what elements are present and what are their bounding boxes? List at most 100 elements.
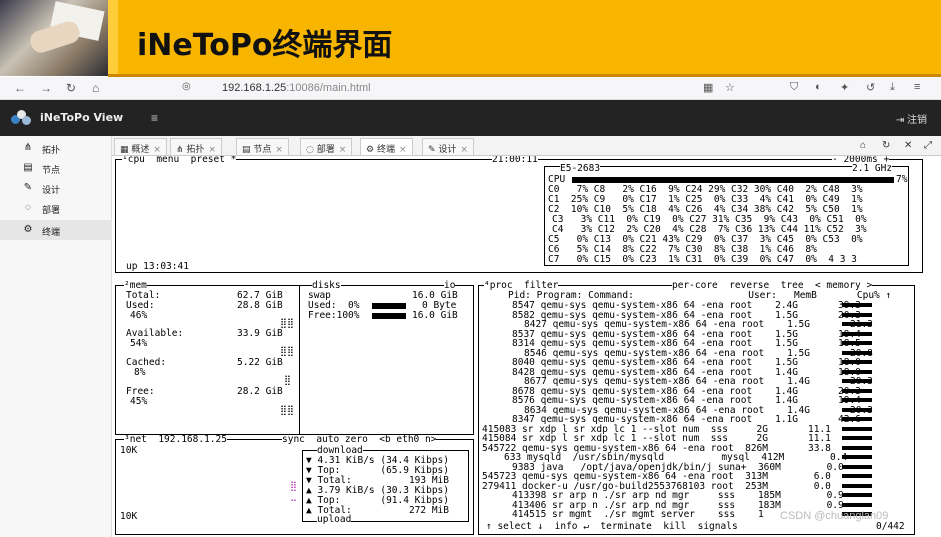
mem-available-percent: 54% xyxy=(130,338,148,349)
cpu-usage-bar xyxy=(842,322,872,326)
cpu-usage-bar xyxy=(842,493,872,497)
tab-node[interactable]: ▤ 节点 × xyxy=(236,138,289,155)
shield-icon: ◎ xyxy=(182,81,191,92)
tab-topology[interactable]: ⋔ 拓扑 × xyxy=(170,138,222,155)
tab-bar: ▦ 概述 × ⋔ 拓扑 × ▤ 节点 × ◌ 部署 × ⚙ 终端 × ✎ 设计 × ⌂ ↻ … xyxy=(112,136,941,156)
sidebar-item-node[interactable]: ▤ 节点 xyxy=(0,158,112,178)
download-icon[interactable]: ⤓ xyxy=(890,81,895,94)
profile-icon[interactable]: ◐ xyxy=(815,81,822,93)
close-icon[interactable]: × xyxy=(339,145,347,155)
cpu-usage-bar xyxy=(842,360,872,364)
cpu-usage-bar xyxy=(842,464,872,469)
tab-overview[interactable]: ▦ 概述 × xyxy=(114,138,167,155)
cpu-usage-bar xyxy=(842,398,872,402)
hamburger-icon[interactable]: ≡ xyxy=(151,111,158,125)
swap-used-bar xyxy=(372,303,406,309)
sidebar-item-design[interactable]: ✎ 设计 xyxy=(0,178,112,198)
terminal-icon: ⚙ xyxy=(366,145,375,155)
deploy-icon: ◌ xyxy=(25,202,31,213)
extension-icon[interactable]: ✦ xyxy=(840,81,849,94)
net-scale-top: 10K xyxy=(120,445,138,456)
proc-count: 0/442 xyxy=(876,521,905,532)
logout-button[interactable]: ⇥ 注销 xyxy=(896,111,927,126)
mem-free-value: 28.2 GiB xyxy=(237,386,283,397)
mem-used-value: 28.8 GiB xyxy=(237,300,283,311)
mem-cached-percent: 8% xyxy=(134,367,146,378)
cpu-row: C7 0% C15 0% C23 1% C31 0% C39 0% C47 0%… xyxy=(548,254,857,265)
sidebar: ⋔ 拓扑 ▤ 节点 ✎ 设计 ◌ 部署 ⚙ 终端 xyxy=(0,136,112,537)
cpu-usage-bar xyxy=(842,455,872,459)
mem-cached-label: Cached: xyxy=(126,357,167,368)
tab-deploy[interactable]: ◌ 部署 × xyxy=(300,138,353,155)
sidebar-item-topology[interactable]: ⋔ 拓扑 xyxy=(0,138,112,158)
cpu-panel-header[interactable]: ¹cpu menu preset * xyxy=(122,156,237,165)
cpu-usage-bar xyxy=(842,483,872,488)
cpu-usage-bar xyxy=(842,369,872,374)
menu-icon[interactable]: ≡ xyxy=(914,81,920,93)
node-icon: ▤ xyxy=(23,162,33,173)
close-icon[interactable]: × xyxy=(399,145,407,155)
watermark: CSDN @chuanglan09 xyxy=(780,510,889,522)
home-icon[interactable]: ⌂ xyxy=(860,140,866,151)
terminal-screen[interactable]: ¹cpu menu preset * 21:00:11 - 2000ms + E… xyxy=(112,156,941,537)
close-icon[interactable]: × xyxy=(153,145,161,155)
cpu-usage-bar xyxy=(842,417,872,421)
deploy-icon: ◌ xyxy=(306,145,314,155)
sidebar-item-deploy[interactable]: ◌ 部署 xyxy=(0,198,112,218)
mem-free-percent: 45% xyxy=(130,396,148,407)
close-all-icon[interactable]: ✕ xyxy=(904,140,912,151)
process-row[interactable]: 414515 sr mgmt ./sr mgmt server sss 1 xyxy=(512,510,764,520)
browser-toolbar: ← → ↻ ⌂ ◎ 192.168.1.25:10086/main.html ▦… xyxy=(0,77,941,100)
back-icon[interactable]: ← xyxy=(14,81,26,95)
close-icon[interactable]: × xyxy=(460,145,468,155)
reload-icon[interactable]: ↻ xyxy=(66,81,76,95)
uptime: up 13:03:41 xyxy=(126,261,189,272)
terminal-icon: ⚙ xyxy=(23,224,33,235)
star-icon[interactable]: ☆ xyxy=(725,81,735,94)
net-panel-header[interactable]: ³net 192.168.1.25 xyxy=(124,435,227,445)
swap-free-bar xyxy=(372,313,406,319)
cpu-usage-bar xyxy=(842,341,872,345)
design-icon: ✎ xyxy=(428,145,436,155)
mem-panel xyxy=(115,285,474,435)
app-logo-icon xyxy=(11,110,31,126)
mem-cached-value: 5.22 GiB xyxy=(237,357,283,368)
cpu-total-bar xyxy=(572,177,894,183)
cpu-frequency: 2.1 GHz xyxy=(852,163,893,174)
sync-icon[interactable]: ↺ xyxy=(866,81,875,94)
logout-icon: ⇥ xyxy=(895,115,905,126)
topology-icon: ⋔ xyxy=(176,145,184,155)
forward-icon[interactable]: → xyxy=(40,81,52,95)
mem-available-value: 33.9 GiB xyxy=(237,328,283,339)
app-header: iNeToPo View ≡ ⇥ 注销 xyxy=(0,100,941,136)
close-icon[interactable]: × xyxy=(275,145,283,155)
close-icon[interactable]: × xyxy=(208,145,216,155)
refresh-icon[interactable]: ↻ xyxy=(882,140,890,151)
app-title: iNeToPo View xyxy=(40,111,124,124)
qr-icon[interactable]: ▦ xyxy=(703,81,713,94)
cpu-usage-bar xyxy=(842,474,872,478)
cpu-usage-bar xyxy=(842,436,872,440)
clock: 21:00:11 xyxy=(492,156,538,165)
upload-label: upload xyxy=(317,514,352,525)
tab-terminal[interactable]: ⚙ 终端 × xyxy=(360,138,413,155)
design-icon: ✎ xyxy=(23,182,33,193)
home-icon[interactable]: ⌂ xyxy=(92,81,99,95)
address-bar[interactable]: 192.168.1.25:10086/main.html xyxy=(222,82,371,94)
cpu-total-percent: 7% xyxy=(896,174,908,185)
sidebar-item-terminal[interactable]: ⚙ 终端 xyxy=(0,220,112,240)
shield-ext-icon[interactable]: ⛉ xyxy=(790,81,798,94)
cpu-usage-bar xyxy=(842,388,872,393)
proc-footer[interactable]: ↑ select ↓ info ↵ terminate kill signals xyxy=(486,522,738,532)
cpu-model: E5-2683 xyxy=(560,163,601,174)
topology-icon: ⋔ xyxy=(23,142,33,153)
cpu-usage-bar xyxy=(842,312,872,317)
tab-design[interactable]: ✎ 设计 × xyxy=(422,138,474,155)
fullscreen-icon[interactable]: ⤢ xyxy=(924,140,932,151)
cpu-usage-bar xyxy=(842,502,872,507)
mem-used-percent: 46% xyxy=(130,310,148,321)
slide-header: iNeToPo终端界面 xyxy=(0,0,941,77)
cpu-usage-bar xyxy=(842,303,872,307)
grid-icon: ▦ xyxy=(120,145,129,155)
net-options[interactable]: sync auto zero <b eth0 n> xyxy=(282,435,437,445)
